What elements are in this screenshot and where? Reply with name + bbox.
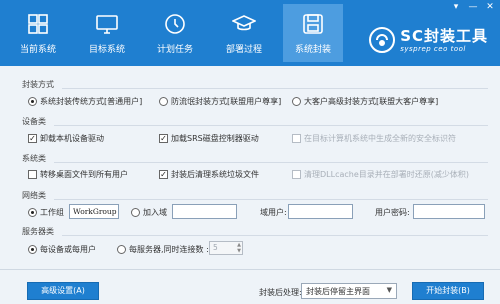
radio-join-domain[interactable]: 加入域 — [131, 207, 167, 218]
divider — [62, 88, 488, 89]
checkbox — [292, 134, 301, 143]
option-label: 系统封装传统方式[普通用户] — [40, 97, 143, 106]
radio-anti-rogue-mode[interactable]: 防流氓封装方式[联盟用户尊享] — [159, 96, 281, 107]
spin-arrows-icon: ▲ ▼ — [237, 242, 241, 254]
radio-button[interactable] — [159, 97, 168, 106]
tab-target-system[interactable]: 目标系统 — [77, 4, 137, 62]
graduation-cap-icon — [232, 15, 256, 31]
option-label: 转移桌面文件到所有用户 — [40, 170, 128, 179]
section-title-mode: 封装方式 — [22, 80, 54, 89]
logo-icon — [369, 27, 396, 53]
tab-deploy-process[interactable]: 部署过程 — [214, 4, 274, 62]
divider — [54, 199, 488, 200]
clock-icon — [165, 14, 185, 34]
user-password-label: 用户密码: — [375, 208, 410, 217]
option-label: 加载SRS磁盘控制器驱动 — [171, 134, 259, 143]
checkbox[interactable]: ✓ — [159, 170, 168, 179]
radio-button[interactable] — [28, 245, 37, 254]
brand-subtitle: sysprep ceo tool — [400, 44, 466, 53]
checkbox — [292, 170, 301, 179]
tab-label: 目标系统 — [88, 45, 125, 55]
tab-label: 计划任务 — [156, 45, 193, 55]
checkbox-clean-junk[interactable]: ✓ 封装后清理系统垃圾文件 — [159, 169, 259, 180]
checkbox[interactable]: ✓ — [159, 134, 168, 143]
option-label: 每设备或每用户 — [40, 245, 96, 254]
radio-enterprise-mode[interactable]: 大客户高级封装方式[联盟大客户尊享] — [292, 96, 438, 107]
domain-user-input[interactable] — [288, 204, 353, 219]
window-controls: ▾ — ✕ — [450, 2, 496, 12]
radio-traditional-mode[interactable]: 系统封装传统方式[普通用户] — [28, 96, 142, 107]
option-label: 每服务器,同时连接数 : — [129, 245, 209, 254]
monitor-icon — [96, 15, 118, 34]
divider — [62, 235, 488, 236]
option-label: 大客户高级封装方式[联盟大客户尊享] — [304, 97, 439, 106]
radio-per-device[interactable]: 每设备或每用户 — [28, 244, 96, 255]
radio-per-server[interactable]: 每服务器,同时连接数 : — [117, 244, 209, 255]
minimize-icon[interactable]: — — [467, 2, 479, 12]
tab-label: 系统封装 — [294, 45, 331, 55]
after-process-value: 封装后停留主界面 — [306, 287, 370, 296]
tab-system-package[interactable]: 系统封装 — [283, 4, 343, 62]
option-label: 清理DLLcache目录并在部署时还原(减少体积) — [304, 170, 470, 179]
divider — [54, 162, 488, 163]
section-title-network: 网络类 — [22, 191, 46, 200]
start-package-button[interactable]: 开始封装(B) — [412, 282, 484, 300]
radio-workgroup[interactable]: 工作组 — [28, 207, 64, 218]
checkbox-clean-dllcache: 清理DLLcache目录并在部署时还原(减少体积) — [292, 169, 469, 180]
radio-button[interactable] — [292, 97, 301, 106]
chevron-down-icon: ▼ — [386, 286, 392, 294]
option-label: 卸载本机设备驱动 — [40, 134, 104, 143]
option-label: 在目标计算机系统中生成全新的安全标识符 — [304, 134, 456, 143]
connections-spinbox: 5 ▲ ▼ — [209, 241, 243, 255]
checkbox-uninstall-drivers[interactable]: ✓ 卸载本机设备驱动 — [28, 133, 104, 144]
user-password-input[interactable] — [413, 204, 485, 219]
tab-label: 部署过程 — [225, 45, 262, 55]
radio-button[interactable] — [117, 245, 126, 254]
after-process-select[interactable]: 封装后停留主界面 ▼ — [301, 283, 397, 299]
tab-scheduled-tasks[interactable]: 计划任务 — [145, 4, 205, 62]
brand-title: SC封装工具 — [400, 26, 488, 45]
tab-current-system[interactable]: 当前系统 — [8, 4, 68, 62]
radio-button[interactable] — [131, 208, 140, 217]
top-nav-bar: ▾ — ✕ 当前系统 目标系统 计划任务 部署过程 系统封装 SC封装工具 sy… — [0, 0, 500, 66]
disk-icon — [303, 14, 323, 34]
section-title-system: 系统类 — [22, 154, 46, 163]
domain-user-label: 域用户: — [260, 208, 287, 217]
domain-input[interactable] — [172, 204, 237, 219]
section-title-device: 设备类 — [22, 117, 46, 126]
brand-logo: SC封装工具 sysprep ceo tool — [368, 26, 488, 54]
divider — [54, 125, 488, 126]
advanced-settings-button[interactable]: 高级设置(A) — [27, 282, 99, 300]
footer-divider — [0, 269, 500, 270]
connections-value: 5 — [213, 243, 218, 252]
tab-label: 当前系统 — [19, 45, 56, 55]
option-label: 加入域 — [143, 208, 167, 217]
option-label: 防流氓封装方式[联盟用户尊享] — [171, 97, 282, 106]
option-label: 工作组 — [40, 208, 64, 217]
close-icon[interactable]: ✕ — [484, 2, 496, 12]
after-process-label: 封装后处理: — [259, 288, 302, 297]
checkbox-new-sid: 在目标计算机系统中生成全新的安全标识符 — [292, 133, 456, 144]
windows-icon — [28, 14, 48, 34]
package-settings-panel: 封装方式 系统封装传统方式[普通用户] 防流氓封装方式[联盟用户尊享] 大客户高… — [0, 66, 500, 304]
checkbox-load-srs-driver[interactable]: ✓ 加载SRS磁盘控制器驱动 — [159, 133, 259, 144]
radio-button[interactable] — [28, 208, 37, 217]
checkbox[interactable] — [28, 170, 37, 179]
workgroup-input[interactable]: WorkGroup — [69, 204, 119, 219]
section-title-server: 服务器类 — [22, 227, 54, 236]
checkbox-move-desktop-files[interactable]: 转移桌面文件到所有用户 — [28, 169, 128, 180]
radio-button[interactable] — [28, 97, 37, 106]
menu-dropdown-icon[interactable]: ▾ — [450, 2, 462, 12]
option-label: 封装后清理系统垃圾文件 — [171, 170, 259, 179]
checkbox[interactable]: ✓ — [28, 134, 37, 143]
